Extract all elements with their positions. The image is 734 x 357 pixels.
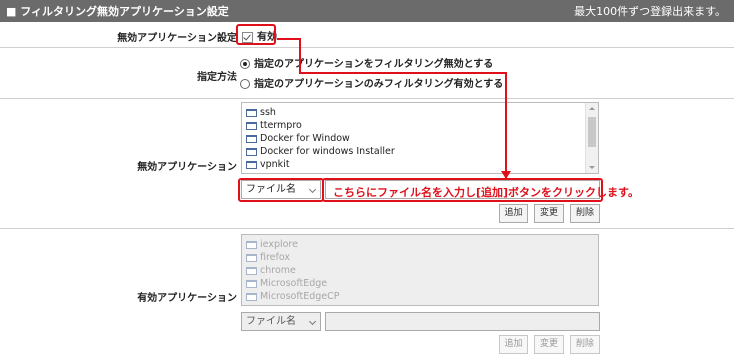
select-value: ファイル名 [246,316,296,327]
scroll-up-icon[interactable] [589,107,595,110]
delete-button: 削除 [570,335,600,354]
window-icon [246,292,257,301]
disabled-apps-list[interactable]: ssh ttermpro Docker for Window Docker fo… [241,102,599,174]
radio-option-disable[interactable]: 指定のアプリケーションをフィルタリング無効とする [240,55,493,70]
enable-highlight [236,24,276,45]
delete-button[interactable]: 削除 [570,204,600,223]
change-button[interactable]: 変更 [534,204,564,223]
enable-row: 無効アプリケーション設定 有効 [0,22,734,48]
list-scrollbar[interactable] [585,103,598,173]
list-item: firefox [246,251,598,264]
radio-option-enable-only-label: 指定のアプリケーションのみフィルタリング有効とする [254,79,504,90]
list-item: chrome [246,264,598,277]
scroll-thumb[interactable] [588,117,596,147]
enabled-apps-filename-input [325,312,600,331]
window-icon [246,266,257,275]
list-item[interactable]: vpnkit [246,158,598,171]
window-icon [246,279,257,288]
enabled-apps-row: 有効アプリケーション iexplore firefox chrome Micro… [0,229,734,357]
enable-row-label: 無効アプリケーション設定 [117,33,237,44]
method-row-label: 指定方法 [197,72,237,83]
window-icon [246,121,257,130]
window-icon [246,108,257,117]
list-item[interactable]: ssh [246,106,598,119]
radio-option-enable-only[interactable]: 指定のアプリケーションのみフィルタリング有効とする [240,75,503,90]
add-button: 追加 [499,335,528,354]
annotation-text: こちらにファイル名を入力し[追加]ボタンをクリックします。 [333,186,639,199]
enabled-apps-list: iexplore firefox chrome MicrosoftEdge Mi… [241,234,599,306]
list-item: iexplore [246,238,598,251]
window-icon [246,134,257,143]
radio-unselected-icon[interactable] [240,79,250,89]
list-item[interactable]: ttermpro [246,119,598,132]
window-icon [246,147,257,156]
window-icon [246,253,257,262]
radio-selected-icon[interactable] [240,59,250,69]
enabled-apps-label: 有効アプリケーション [137,293,237,304]
change-button: 変更 [534,335,564,354]
list-item: MicrosoftEdgeCP [246,290,598,303]
add-button[interactable]: 追加 [499,204,528,223]
method-row: 指定方法 指定のアプリケーションをフィルタリング無効とする 指定のアプリケーショ… [0,48,734,99]
list-item[interactable]: Docker for Window [246,132,598,145]
select-highlight [238,178,324,202]
section-title: ■ フィルタリング無効アプリケーション設定 [6,5,229,18]
disabled-apps-row: 無効アプリケーション ssh ttermpro Docker for Windo… [0,99,734,229]
section-note: 最大100件ずつ登録出来ます。 [574,5,726,18]
window-icon [246,240,257,249]
window-icon [246,160,257,169]
enabled-apps-type-select: ファイル名 [241,312,321,331]
list-item: MicrosoftEdge [246,277,598,290]
section-header: ■ フィルタリング無効アプリケーション設定 最大100件ずつ登録出来ます。 [0,0,734,22]
radio-option-disable-label: 指定のアプリケーションをフィルタリング無効とする [254,59,494,70]
chevron-down-icon [308,317,317,326]
scroll-down-icon[interactable] [589,166,595,169]
disabled-apps-label: 無効アプリケーション [137,162,237,173]
list-item[interactable]: Docker for windows Installer [246,145,598,158]
